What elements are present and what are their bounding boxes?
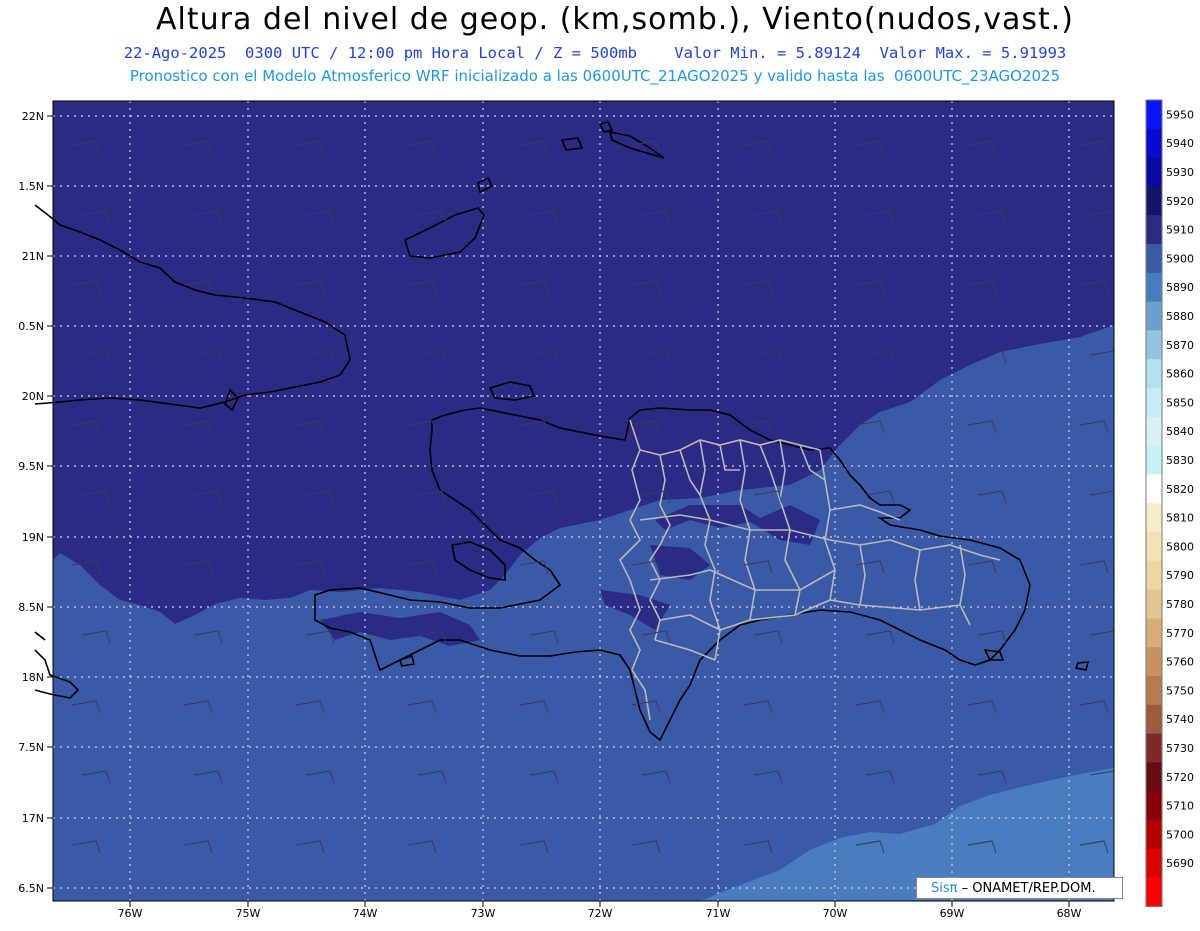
colorbar-swatch	[1146, 215, 1162, 245]
colorbar-label: 5820	[1166, 483, 1194, 496]
colorbar-label: 5860	[1166, 368, 1194, 381]
colorbar-swatch	[1146, 445, 1162, 475]
colorbar-label: 5910	[1166, 224, 1194, 237]
colorbar-swatch	[1146, 560, 1162, 591]
longitude-labels: 76W 75W 74W 73W 72W 71W 70W 69W 68W	[118, 901, 1082, 920]
latitude-labels: 22N 1.5N 21N 0.5N 20N 9.5N 19N 8.5N 18N 7.5N 17N 6.…	[18, 110, 53, 895]
wind-barb	[642, 911, 670, 923]
lon-label: 70W	[823, 907, 848, 920]
colorbar-label: 5730	[1166, 742, 1194, 755]
wind-barb	[978, 911, 1006, 923]
lat-label: 1.5N	[18, 180, 44, 193]
colorbar-label: 5740	[1166, 713, 1194, 726]
colorbar-swatch	[1146, 301, 1162, 331]
lon-label: 71W	[706, 907, 731, 920]
colorbar-swatch	[1146, 416, 1162, 447]
colorbar-label: 5810	[1166, 512, 1194, 525]
wind-barb	[754, 911, 782, 923]
colorbar-label: 5830	[1166, 454, 1194, 467]
colorbar-label: 5950	[1166, 108, 1194, 121]
colorbar-label: 5770	[1166, 627, 1194, 640]
colorbar-swatch	[1146, 128, 1162, 159]
colorbar-label: 5850	[1166, 396, 1194, 409]
colorbar-swatch	[1146, 503, 1162, 533]
colorbar-swatch	[1146, 647, 1162, 677]
colorbar-label: 5780	[1166, 598, 1194, 611]
wind-barb	[194, 911, 222, 923]
colorbar-label: 5700	[1166, 828, 1194, 841]
colorbar-swatch	[1146, 676, 1162, 706]
wind-barb	[530, 911, 558, 923]
wind-barb	[1090, 911, 1118, 923]
lat-label: 22N	[22, 110, 44, 123]
colorbar-swatch	[1146, 100, 1162, 130]
colorbar-label: 5800	[1166, 540, 1194, 553]
colorbar-swatch	[1146, 388, 1162, 418]
colorbar-swatch	[1146, 848, 1162, 879]
credit-sis: Sisπ	[931, 881, 958, 896]
colorbar-swatch	[1146, 186, 1162, 216]
lat-label: 21N	[22, 250, 44, 263]
credit-org: – ONAMET/REP.DOM.	[961, 881, 1096, 896]
colorbar-label: 5690	[1166, 857, 1194, 870]
credit-box: Sisπ – ONAMET/REP.DOM.	[916, 877, 1123, 899]
colorbar-label: 5930	[1166, 166, 1194, 179]
lat-label: 0.5N	[18, 320, 44, 333]
colorbar-label: 5790	[1166, 569, 1194, 582]
wind-barb	[866, 911, 894, 923]
geopotential-field	[53, 101, 1114, 901]
lat-label: 7.5N	[18, 741, 44, 754]
colorbar-swatch	[1146, 762, 1162, 792]
lat-label: 6.5N	[18, 882, 44, 895]
lat-label: 9.5N	[18, 460, 44, 473]
lon-label: 72W	[588, 907, 613, 920]
colorbar-label: 5720	[1166, 771, 1194, 784]
lon-label: 68W	[1057, 907, 1082, 920]
colorbar-swatch	[1146, 532, 1162, 562]
colorbar-swatch	[1146, 359, 1162, 389]
colorbar-swatch	[1146, 474, 1162, 504]
colorbar-swatch	[1146, 157, 1162, 187]
colorbar-swatch	[1146, 589, 1162, 619]
lat-label: 19N	[22, 531, 44, 544]
lat-label: 20N	[22, 390, 44, 403]
colorbar-label: 5920	[1166, 195, 1194, 208]
colorbar-swatch	[1146, 820, 1162, 850]
lat-label: 18N	[22, 671, 44, 684]
colorbar-label: 5890	[1166, 281, 1194, 294]
colorbar-label: 5900	[1166, 252, 1194, 265]
colorbar-label: 5840	[1166, 425, 1194, 438]
lon-label: 74W	[353, 907, 378, 920]
colorbar-swatch	[1146, 618, 1162, 648]
colorbar-label: 5760	[1166, 656, 1194, 669]
colorbar-label: 5880	[1166, 310, 1194, 323]
lat-label: 17N	[22, 812, 44, 825]
colorbar-swatch	[1146, 791, 1162, 821]
colorbar-label: 5710	[1166, 800, 1194, 813]
colorbar-label: 5870	[1166, 339, 1194, 352]
colorbar-label: 5750	[1166, 684, 1194, 697]
wind-barb	[306, 911, 334, 923]
colorbar-swatch	[1146, 244, 1162, 274]
lon-label: 69W	[940, 907, 965, 920]
wind-barb	[82, 911, 110, 923]
colorbar-swatch	[1146, 877, 1162, 907]
map-svg: 22N 1.5N 21N 0.5N 20N 9.5N 19N 8.5N 18N 7.5N 17N 6.…	[18, 99, 1194, 923]
lon-label: 73W	[471, 907, 496, 920]
colorbar-swatch	[1146, 704, 1162, 735]
colorbar-swatch	[1146, 733, 1162, 763]
colorbar-label: 5940	[1166, 137, 1194, 150]
colorbar-swatch	[1146, 272, 1162, 303]
lon-label: 76W	[118, 907, 143, 920]
colorbar: 5950 5940 5930 5920 5910 5900 5890 5880 5870 5860…	[1145, 99, 1194, 907]
map-figure: 22N 1.5N 21N 0.5N 20N 9.5N 19N 8.5N 18N 7.5N 17N 6.…	[0, 0, 1200, 927]
lat-label: 8.5N	[18, 601, 44, 614]
lon-label: 75W	[236, 907, 261, 920]
colorbar-swatch	[1146, 330, 1162, 360]
wind-barb	[418, 911, 446, 923]
